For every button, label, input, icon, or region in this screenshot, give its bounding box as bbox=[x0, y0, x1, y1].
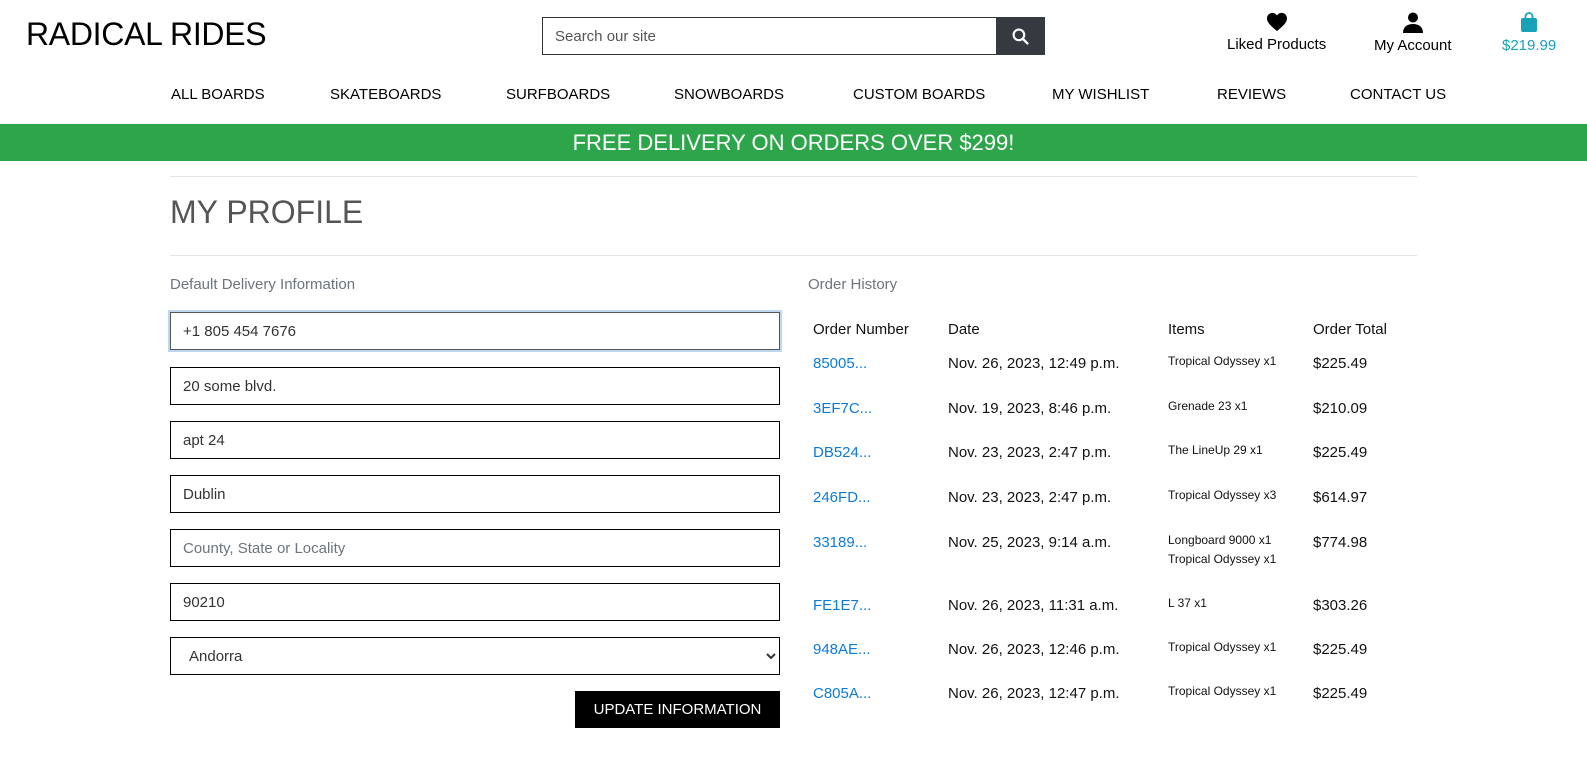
nav-all-boards[interactable]: ALL BOARDS bbox=[171, 86, 265, 103]
order-number-link[interactable]: 85005... bbox=[813, 355, 867, 372]
order-item: Tropical Odyssey x3 bbox=[1168, 488, 1277, 502]
order-total: $774.98 bbox=[1313, 534, 1368, 551]
order-item: The LineUp 29 x1 bbox=[1168, 443, 1263, 457]
order-date: Nov. 26, 2023, 11:31 a.m. bbox=[948, 597, 1119, 614]
divider bbox=[170, 176, 1417, 177]
town-field[interactable] bbox=[170, 475, 780, 513]
order-item: L 37 x1 bbox=[1168, 596, 1207, 610]
order-total: $225.49 bbox=[1313, 685, 1368, 702]
order-item: Grenade 23 x1 bbox=[1168, 399, 1248, 413]
order-date: Nov. 23, 2023, 2:47 p.m. bbox=[948, 444, 1112, 461]
search-icon bbox=[1012, 28, 1029, 45]
search-input[interactable] bbox=[542, 17, 997, 55]
order-items: Tropical Odyssey x1 bbox=[1168, 352, 1276, 371]
order-date: Nov. 26, 2023, 12:49 p.m. bbox=[948, 355, 1120, 372]
nav-custom-boards[interactable]: CUSTOM BOARDS bbox=[853, 86, 985, 103]
heart-icon bbox=[1266, 12, 1287, 32]
order-items: Longboard 9000 x1 Tropical Odyssey x1 bbox=[1168, 531, 1276, 569]
liked-products-link[interactable]: Liked Products bbox=[1227, 12, 1326, 53]
order-number-link[interactable]: 3EF7C... bbox=[813, 400, 872, 417]
brand-logo[interactable]: RADICAL RIDES bbox=[26, 16, 267, 53]
street-address-2-field[interactable] bbox=[170, 421, 780, 459]
my-account-label: My Account bbox=[1374, 37, 1452, 54]
order-date: Nov. 19, 2023, 8:46 p.m. bbox=[948, 400, 1112, 417]
nav-skateboards[interactable]: SKATEBOARDS bbox=[330, 86, 441, 103]
order-total: $225.49 bbox=[1313, 444, 1368, 461]
order-number-link[interactable]: 246FD... bbox=[813, 489, 871, 506]
order-items: L 37 x1 bbox=[1168, 594, 1207, 613]
order-history-label: Order History bbox=[808, 276, 898, 293]
order-total: $614.97 bbox=[1313, 489, 1368, 506]
order-item: Tropical Odyssey x1 bbox=[1168, 640, 1277, 654]
shopping-bag-icon bbox=[1521, 12, 1538, 32]
my-account-link[interactable]: My Account bbox=[1374, 12, 1452, 54]
col-date: Date bbox=[948, 321, 980, 338]
liked-products-label: Liked Products bbox=[1227, 36, 1327, 53]
order-number-link[interactable]: 33189... bbox=[813, 534, 867, 551]
search-form bbox=[542, 17, 1045, 55]
order-total: $210.09 bbox=[1313, 400, 1368, 417]
county-field[interactable] bbox=[170, 529, 780, 567]
col-order-number: Order Number bbox=[813, 321, 909, 338]
col-items: Items bbox=[1168, 321, 1205, 338]
order-total: $303.26 bbox=[1313, 597, 1368, 614]
order-items: Grenade 23 x1 bbox=[1168, 397, 1247, 416]
delivery-section-label: Default Delivery Information bbox=[170, 276, 356, 293]
free-delivery-banner: FREE DELIVERY ON ORDERS OVER $299! bbox=[0, 124, 1587, 161]
user-icon bbox=[1402, 12, 1423, 33]
order-date: Nov. 23, 2023, 2:47 p.m. bbox=[948, 489, 1112, 506]
search-button[interactable] bbox=[996, 17, 1045, 55]
order-items: Tropical Odyssey x1 bbox=[1168, 638, 1276, 657]
order-date: Nov. 26, 2023, 12:46 p.m. bbox=[948, 641, 1120, 658]
nav-reviews[interactable]: REVIEWS bbox=[1217, 86, 1286, 103]
shopping-bag-link[interactable]: $219.99 bbox=[1502, 12, 1556, 54]
order-date: Nov. 26, 2023, 12:47 p.m. bbox=[948, 685, 1120, 702]
order-total: $225.49 bbox=[1313, 355, 1368, 372]
col-order-total: Order Total bbox=[1313, 321, 1387, 338]
page-title: MY PROFILE bbox=[170, 194, 364, 230]
order-item: Tropical Odyssey x1 bbox=[1168, 354, 1277, 368]
order-items: The LineUp 29 x1 bbox=[1168, 441, 1263, 460]
nav-snowboards[interactable]: SNOWBOARDS bbox=[674, 86, 784, 103]
nav-contact-us[interactable]: CONTACT US bbox=[1350, 86, 1446, 103]
street-address-1-field[interactable] bbox=[170, 367, 780, 405]
order-items: Tropical Odyssey x3 bbox=[1168, 486, 1276, 505]
nav-surfboards[interactable]: SURFBOARDS bbox=[506, 86, 610, 103]
order-items: Tropical Odyssey x1 bbox=[1168, 682, 1276, 701]
phone-field[interactable] bbox=[170, 312, 780, 350]
divider bbox=[170, 255, 1417, 256]
order-item: Tropical Odyssey x1 bbox=[1168, 552, 1277, 566]
order-number-link[interactable]: C805A... bbox=[813, 685, 871, 702]
order-number-link[interactable]: 948AE... bbox=[813, 641, 871, 658]
bag-total: $219.99 bbox=[1502, 37, 1557, 54]
order-total: $225.49 bbox=[1313, 641, 1368, 658]
order-item: Longboard 9000 x1 bbox=[1168, 533, 1272, 547]
order-date: Nov. 25, 2023, 9:14 a.m. bbox=[948, 534, 1112, 551]
main-nav: ALL BOARDS SKATEBOARDS SURFBOARDS SNOWBO… bbox=[0, 86, 1587, 106]
update-information-button[interactable]: UPDATE INFORMATION bbox=[575, 691, 780, 728]
order-item: Tropical Odyssey x1 bbox=[1168, 684, 1277, 698]
postcode-field[interactable] bbox=[170, 583, 780, 621]
country-select[interactable]: Andorra bbox=[170, 637, 780, 675]
order-number-link[interactable]: DB524... bbox=[813, 444, 871, 461]
nav-my-wishlist[interactable]: MY WISHLIST bbox=[1052, 86, 1149, 103]
order-number-link[interactable]: FE1E7... bbox=[813, 597, 871, 614]
